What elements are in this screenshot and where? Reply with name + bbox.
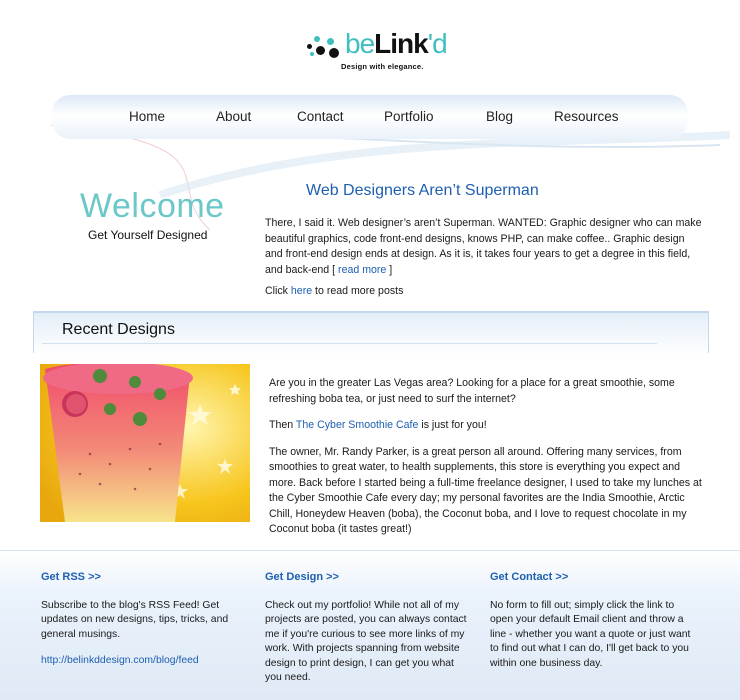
logo-wordmark: beLink'd <box>345 28 448 59</box>
footer-contact-heading[interactable]: Get Contact >> <box>490 570 695 585</box>
recent-paragraph-3: The owner, Mr. Randy Parker, is a great … <box>269 445 702 536</box>
nav-blog[interactable]: Blog <box>486 109 513 124</box>
nav-resources[interactable]: Resources <box>554 109 619 124</box>
footer-design-heading[interactable]: Get Design >> <box>265 570 470 585</box>
footer-contact-column: Get Contact >> No form to fill out; simp… <box>490 570 695 683</box>
read-more-bracket-close: ] <box>386 263 393 276</box>
post-excerpt-text: There, I said it. Web designer’s aren’t … <box>265 217 702 276</box>
cyber-smoothie-link[interactable]: The Cyber Smoothie Cafe <box>296 419 418 431</box>
footer-design-column: Get Design >> Check out my portfolio! Wh… <box>265 570 470 698</box>
post-excerpt: There, I said it. Web designer’s aren’t … <box>265 216 705 278</box>
footer-contact-text: No form to fill out; simply click the li… <box>490 599 691 669</box>
footer-rss-text: Subscribe to the blog's RSS Feed! Get up… <box>41 599 229 640</box>
smoothie-photo[interactable] <box>40 364 250 522</box>
recent-designs-text: Are you in the greater Las Vegas area? L… <box>269 376 709 549</box>
recent-paragraph-2: Then The Cyber Smoothie Cafe is just for… <box>269 419 487 431</box>
site-logo[interactable]: beLink'd Design with elegance. <box>305 28 465 78</box>
recent-designs-heading: Recent Designs <box>62 321 175 338</box>
logo-tagline: Design with elegance. <box>341 62 424 71</box>
nav-home[interactable]: Home <box>129 109 165 124</box>
post-title[interactable]: Web Designers Aren’t Superman <box>306 182 539 200</box>
rss-feed-link[interactable]: http://belinkddesign.com/blog/feed <box>41 655 199 666</box>
nav-portfolio[interactable]: Portfolio <box>384 109 434 124</box>
footer-rss-column: Get RSS >> Subscribe to the blog's RSS F… <box>41 570 246 669</box>
more-posts-line: Click here to read more posts <box>265 285 403 297</box>
footer-design-text: Check out my portfolio! While not all of… <box>265 599 467 684</box>
more-posts-prefix: Click <box>265 285 291 297</box>
nav-contact[interactable]: Contact <box>297 109 344 124</box>
smoothie-illustration <box>40 364 250 522</box>
welcome-subtitle: Get Yourself Designed <box>88 228 208 242</box>
recent-divider <box>42 343 657 344</box>
main-nav: Home About Contact Portfolio Blog Resour… <box>52 95 688 139</box>
welcome-heading: Welcome <box>80 187 225 225</box>
nav-about[interactable]: About <box>216 109 251 124</box>
recent-paragraph-1: Are you in the greater Las Vegas area? L… <box>269 377 675 405</box>
more-posts-suffix: to read more posts <box>312 285 404 297</box>
footer-rss-heading[interactable]: Get RSS >> <box>41 570 246 585</box>
more-posts-link[interactable]: here <box>291 285 312 297</box>
logo-dots-icon <box>307 34 347 60</box>
read-more-link[interactable]: read more <box>338 264 386 276</box>
